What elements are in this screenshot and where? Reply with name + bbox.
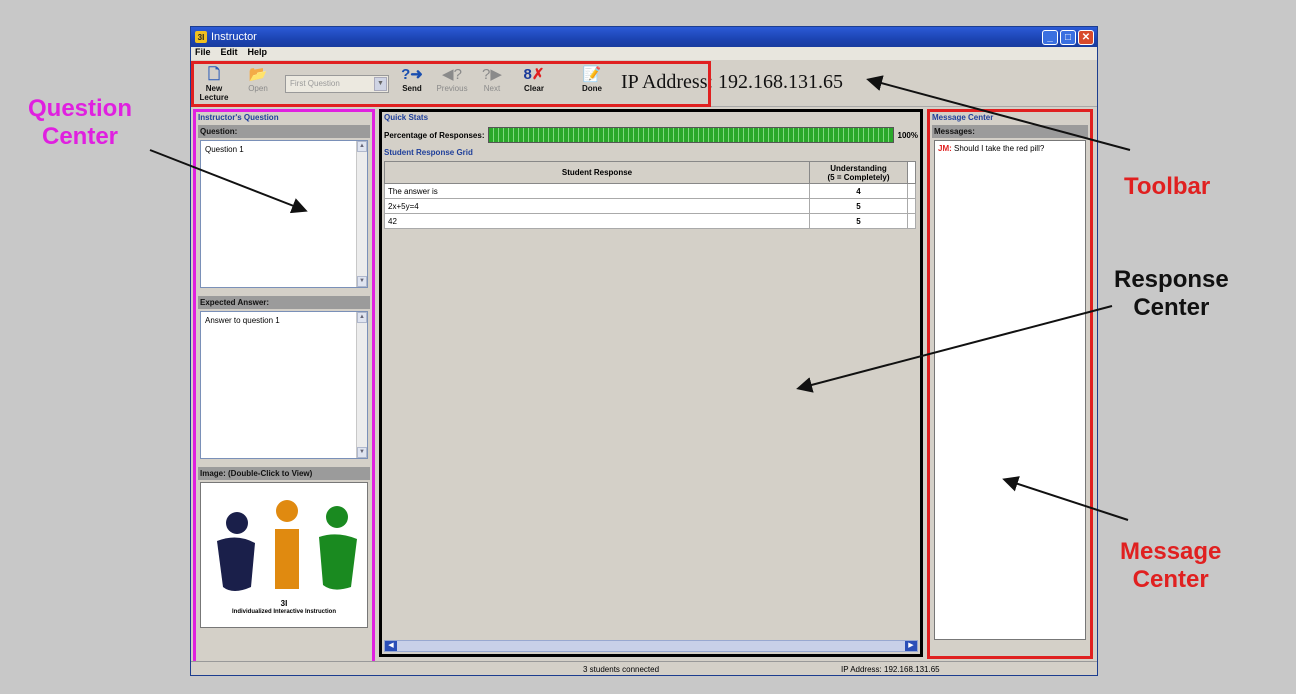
annotation-response-center: Response Center (1114, 266, 1229, 321)
question-center-panel: Instructor's Question Question: Question… (193, 109, 375, 675)
horizontal-scrollbar[interactable]: ◀ ▶ (384, 640, 918, 652)
scroll-left-icon[interactable]: ◀ (385, 641, 397, 651)
understanding-cell: 5 (809, 198, 908, 214)
logo-caption: Individualized Interactive Instruction (231, 609, 337, 615)
message-center-panel: Message Center Messages: JM: Should I ta… (927, 109, 1093, 659)
message-text: Should I take the red pill? (954, 144, 1045, 153)
message-center-header: Message Center (932, 113, 994, 122)
message-sender: JM: (938, 144, 952, 153)
percentage-row: Percentage of Responses: 100% (384, 127, 918, 143)
window-title: Instructor (211, 31, 257, 43)
list-item[interactable]: JM: Should I take the red pill? (938, 144, 1082, 153)
table-row[interactable]: The answer is 4 (384, 183, 916, 199)
percentage-label: Percentage of Responses: (384, 130, 485, 140)
menu-bar: File Edit Help (191, 47, 1097, 60)
annotation-toolbar: Toolbar (1124, 173, 1211, 200)
question-text: Question 1 (205, 145, 244, 154)
table-row[interactable]: 42 5 (384, 213, 916, 229)
response-cell: The answer is (384, 183, 810, 199)
menu-file[interactable]: File (195, 47, 211, 60)
image-label: Image: (Double-Click to View) (198, 467, 370, 480)
maximize-button[interactable]: □ (1060, 29, 1076, 45)
question-label: Question: (198, 125, 370, 138)
annotation-message-center: Message Center (1120, 538, 1222, 593)
app-icon: 3I (195, 31, 207, 43)
instructor-window: 3I Instructor _ □ ✕ File Edit Help 🗋 New… (190, 26, 1098, 676)
response-progress-bar (488, 127, 894, 143)
ip-address-status: IP Address: 192.168.131.65 (841, 665, 940, 674)
column-understanding[interactable]: Understanding (5 = Completely) (809, 161, 908, 184)
understanding-cell: 4 (809, 183, 908, 199)
expected-answer-text: Answer to question 1 (205, 316, 280, 325)
response-center-panel: Quick Stats Percentage of Responses: 100… (379, 109, 923, 657)
minimize-button[interactable]: _ (1042, 29, 1058, 45)
messages-label: Messages: (932, 125, 1088, 138)
table-row[interactable]: 2x+5y=4 5 (384, 198, 916, 214)
students-connected-status: 3 students connected (583, 665, 660, 674)
toolbar: 🗋 New Lecture 📂 Open First Question ▼ ?➜… (191, 61, 1097, 107)
response-cell: 42 (384, 213, 810, 229)
close-button[interactable]: ✕ (1078, 29, 1094, 45)
question-field[interactable]: Question 1 ▲ ▼ (200, 140, 368, 288)
quick-stats-header: Quick Stats (384, 113, 429, 122)
logo-title: 3I (280, 599, 288, 608)
question-image[interactable]: 3I Individualized Interactive Instructio… (200, 482, 368, 628)
toolbar-highlight (191, 61, 711, 107)
instructor-question-header: Instructor's Question (198, 113, 279, 122)
status-bar: 3 students connected IP Address: 192.168… (191, 661, 1097, 675)
menu-edit[interactable]: Edit (221, 47, 238, 60)
question-scrollbar[interactable]: ▲ ▼ (356, 141, 367, 287)
scroll-right-icon[interactable]: ▶ (905, 641, 917, 651)
messages-list[interactable]: JM: Should I take the red pill? (934, 140, 1086, 640)
menu-help[interactable]: Help (248, 47, 268, 60)
expected-answer-scrollbar[interactable]: ▲ ▼ (356, 312, 367, 458)
student-response-grid-header: Student Response Grid (384, 148, 473, 157)
percentage-value: 100% (897, 130, 918, 140)
expected-answer-label: Expected Answer: (198, 296, 370, 309)
title-bar: 3I Instructor _ □ ✕ (191, 27, 1097, 47)
3i-logo (217, 500, 357, 591)
understanding-cell: 5 (809, 213, 908, 229)
response-cell: 2x+5y=4 (384, 198, 810, 214)
annotation-question-center: Question Center (28, 95, 133, 150)
student-response-grid: Student Response Understanding (5 = Comp… (384, 161, 916, 229)
column-student-response[interactable]: Student Response (384, 161, 810, 184)
expected-answer-field[interactable]: Answer to question 1 ▲ ▼ (200, 311, 368, 459)
